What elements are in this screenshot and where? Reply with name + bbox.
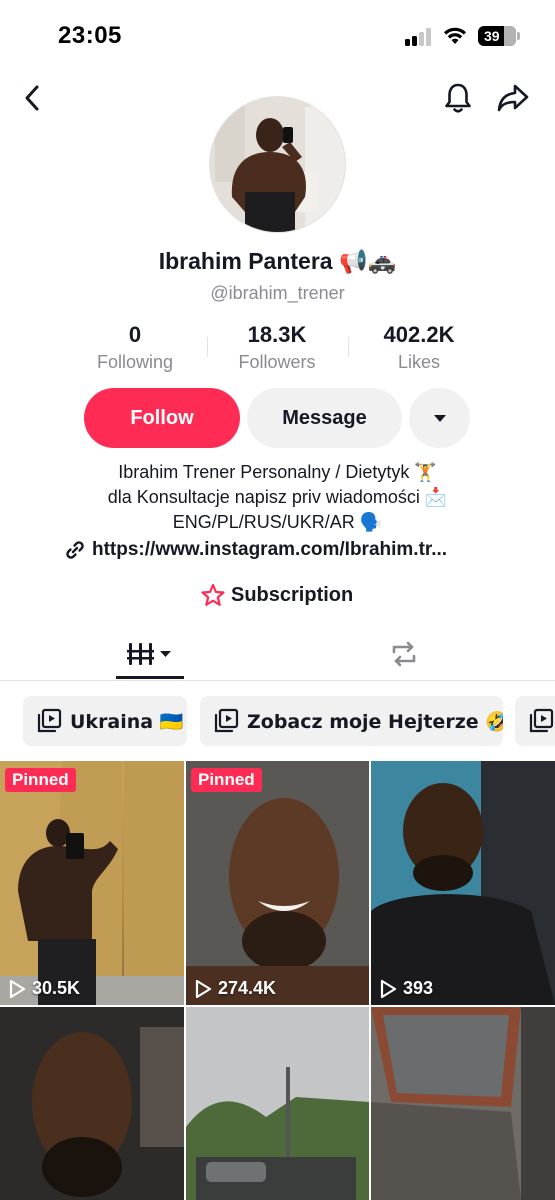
bio-line: ENG/PL/RUS/UKR/AR 🗣️ [172,512,383,532]
battery-icon: 39 [478,26,516,46]
status-time: 23:05 [58,22,122,49]
pinned-badge: Pinned [5,768,76,792]
status-bar: 23:05 39 [0,0,555,70]
video-thumbnail[interactable] [371,1007,555,1200]
link-icon [66,541,84,559]
video-thumbnail-image [0,761,184,1005]
tab-videos[interactable] [116,630,184,678]
view-count-value: 30.5K [32,978,81,998]
bio-link-text: https://www.instagram.com/Ibrahim.tr... [92,539,448,560]
view-count: 274.4K [194,978,276,999]
notification-bell-button[interactable] [440,80,476,116]
video-thumbnail-image [186,1007,369,1200]
back-button[interactable] [14,80,50,116]
profile-name-text: Ibrahim Pantera [158,248,333,274]
battery-level: 39 [484,28,500,44]
profile-handle: @ibrahim_trener [210,283,345,303]
playlist-icon [37,708,62,733]
profile-bio: Ibrahim Trener Personalny / Dietytyk 🏋️ … [0,460,555,535]
video-thumbnail[interactable]: Pinned 274.4K [186,761,369,1005]
bio-line: Ibrahim Trener Personalny / Dietytyk 🏋️ [118,462,437,482]
following-count: 0 [128,322,142,347]
subscription-star-icon [201,583,225,606]
view-count-value: 274.4K [218,978,277,998]
play-icon [9,979,26,998]
subscription-label: Subscription [231,583,354,606]
view-count-value: 393 [403,978,434,998]
share-button[interactable] [495,80,531,116]
tabs-divider [0,680,555,681]
playlist-chip-ukraina[interactable]: Ukraina 🇺🇦 [23,696,187,746]
followers-count: 18.3K [247,322,307,347]
video-thumbnail[interactable]: Pinned 30.5K [0,761,184,1005]
playlist-chip-more[interactable] [515,696,555,746]
likes-label: Likes [397,352,441,372]
active-tab-indicator [116,676,184,679]
play-icon [195,979,212,998]
likes-count: 402.2K [383,322,455,347]
pinned-badge: Pinned [191,768,262,792]
caret-down-icon [433,414,446,422]
playlist-label: Zobacz moje Hejterze 🤣 [247,710,503,733]
playlist-icon [214,708,239,733]
playlist-icon [529,708,554,733]
stat-following[interactable]: 0 Following [65,322,205,373]
video-thumbnail-image [0,1007,184,1200]
play-icon [380,979,397,998]
profile-name: Ibrahim Pantera 📢🚓 [0,248,555,275]
stat-followers[interactable]: 18.3K Followers [207,322,347,373]
playlist-chip-hejterze[interactable]: Zobacz moje Hejterze 🤣 [200,696,503,746]
back-arrow-icon [25,85,39,111]
avatar-photo [210,97,345,232]
video-thumbnail-image [371,1007,555,1200]
videos-grid-icon [127,643,171,665]
repost-icon [392,641,416,667]
followers-label: Followers [238,352,316,372]
wifi-icon [444,27,466,44]
view-count: 393 [379,978,433,999]
profile-name-emoji: 📢🚓 [338,249,397,275]
subscription-button[interactable]: Subscription [200,581,353,609]
video-thumbnail[interactable] [186,1007,369,1200]
video-thumbnail[interactable]: 393 [371,761,555,1005]
video-thumbnail-image [186,761,369,1005]
share-arrow-icon [497,84,529,112]
following-label: Following [96,352,174,372]
video-thumbnail[interactable] [0,1007,184,1200]
video-thumbnail-image [371,761,555,1005]
view-count: 30.5K [8,978,80,999]
bell-icon [445,83,471,113]
tab-reposts[interactable] [370,630,438,678]
cellular-signal-icon [405,28,435,46]
profile-avatar[interactable] [209,96,346,233]
playlist-label: Ukraina 🇺🇦 [70,710,184,733]
more-options-button[interactable] [409,388,470,448]
bio-link[interactable]: https://www.instagram.com/Ibrahim.tr... [64,537,447,563]
battery-cap [517,32,520,40]
message-button[interactable]: Message [247,388,402,448]
follow-button[interactable]: Follow [84,388,240,448]
stat-likes[interactable]: 402.2K Likes [349,322,489,373]
bio-line: dla Konsultacje napisz priv wiadomości 📩 [107,487,448,507]
